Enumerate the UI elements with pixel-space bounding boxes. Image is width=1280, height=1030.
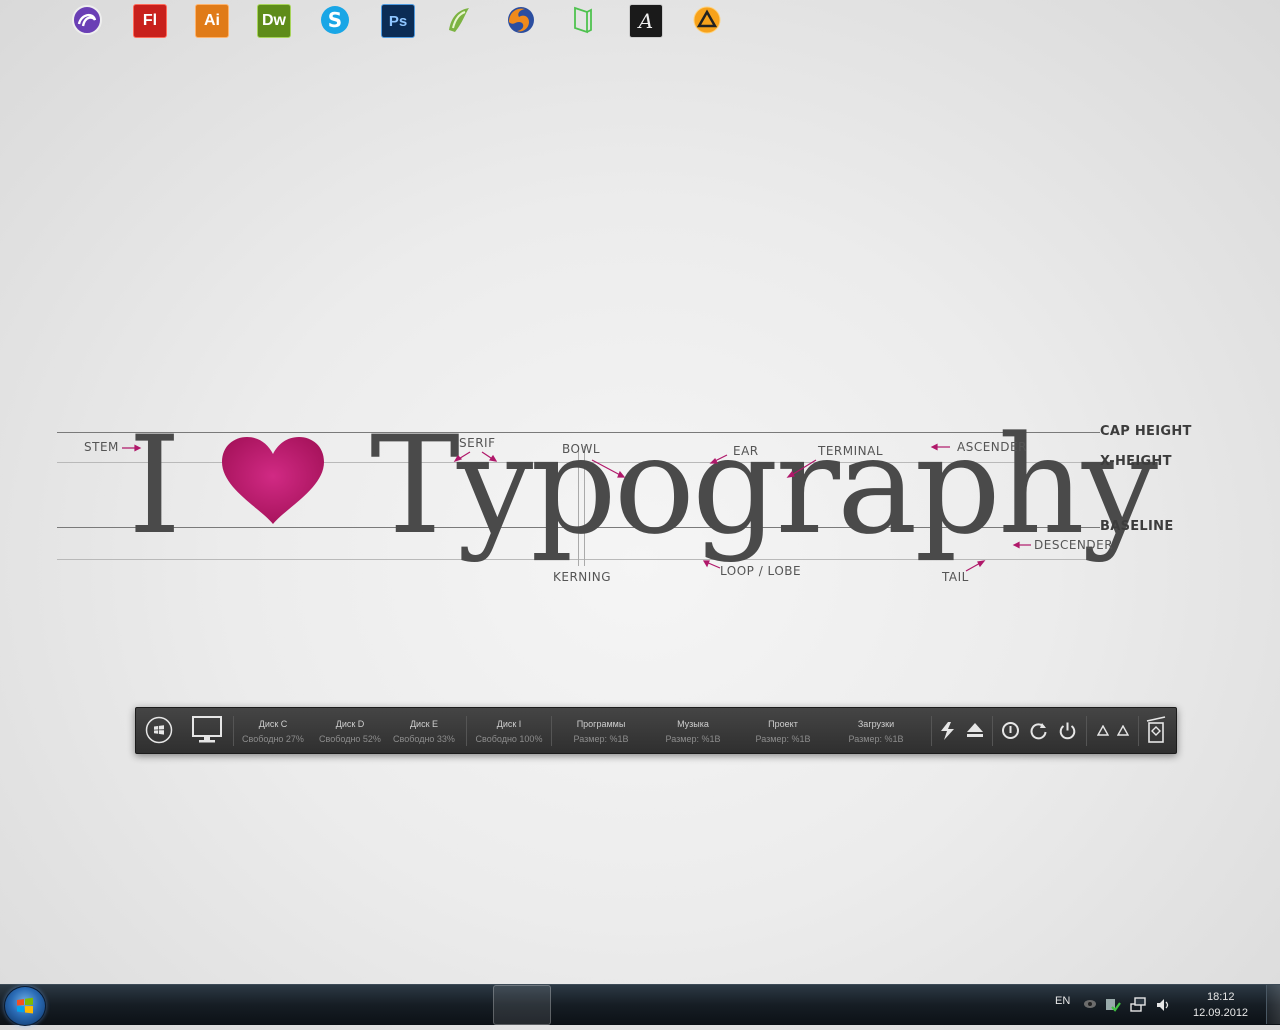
- start-button[interactable]: [4, 986, 46, 1026]
- folder-music[interactable]: Музыка Размер: %1B: [648, 717, 738, 747]
- flash-icon: Fl: [142, 12, 158, 29]
- taskbar-dreamweaver-button[interactable]: Dw: [257, 4, 291, 38]
- folder-programs[interactable]: Программы Размер: %1B: [556, 717, 646, 747]
- bittorrent-icon: [72, 5, 102, 35]
- dock-bar: Диск C Свободно 27% Диск D Свободно 52% …: [135, 707, 1177, 754]
- taskbar-coreldraw-button[interactable]: [443, 4, 475, 36]
- drive-c[interactable]: Диск C Свободно 27%: [237, 717, 309, 747]
- dock-triangle-button-2[interactable]: [1116, 724, 1130, 736]
- svg-text:S: S: [328, 8, 342, 32]
- tray-volume-icon[interactable]: [1155, 997, 1171, 1013]
- taskbar-bittorrent-button[interactable]: [71, 4, 103, 36]
- folder-size: Размер: %1B: [665, 734, 721, 744]
- illustrator-icon: Ai: [204, 12, 220, 29]
- aimp-icon: [693, 6, 721, 34]
- taskbar-firefox-active-highlight: [493, 985, 551, 1025]
- tray-network-icon[interactable]: [1130, 997, 1146, 1013]
- folder-name: Музыка: [677, 719, 709, 729]
- skype-icon: S: [321, 6, 349, 34]
- taskbar-aimp-button[interactable]: [691, 4, 723, 36]
- dock-separator: [992, 716, 993, 746]
- dock-shutdown-button[interactable]: [1058, 721, 1077, 740]
- folder-name: Программы: [576, 719, 626, 729]
- drive-name: Диск E: [409, 719, 439, 729]
- taskbar-firefox-button[interactable]: [505, 4, 537, 36]
- dock-logoff-button[interactable]: [1001, 721, 1020, 740]
- dock-separator: [466, 716, 467, 746]
- taskbar-notebook-button[interactable]: [567, 4, 599, 36]
- annotation-arrows: [122, 443, 1031, 572]
- monitor-icon: [192, 716, 222, 743]
- clock-date[interactable]: 12.09.2012: [1193, 1007, 1248, 1019]
- dock-recycle-bin-button[interactable]: [1146, 716, 1166, 744]
- drive-name: Диск C: [258, 719, 288, 729]
- dock-separator: [931, 716, 932, 746]
- restart-icon: [1030, 723, 1047, 740]
- folder-name: Загрузки: [857, 719, 895, 729]
- drive-free-space: Свободно 52%: [319, 734, 381, 744]
- dock-separator: [1138, 716, 1139, 746]
- dock-computer-button[interactable]: [191, 715, 223, 745]
- folder-size: Размер: %1B: [573, 734, 629, 744]
- windows-logo-icon: [145, 716, 173, 744]
- drive-name: Диск D: [335, 719, 365, 729]
- drive-d[interactable]: Диск D Свободно 52%: [313, 717, 387, 747]
- taskbar-photoshop-button[interactable]: Ps: [381, 4, 415, 38]
- taskbar-flash-button[interactable]: Fl: [133, 4, 167, 38]
- drive-name: Диск I: [496, 719, 522, 729]
- notebook-icon: [574, 6, 592, 34]
- taskbar-illustrator-button[interactable]: Ai: [195, 4, 229, 38]
- tray-security-icon[interactable]: [1105, 996, 1121, 1012]
- triangle-icon: [1096, 724, 1110, 736]
- font-viewer-icon: A: [638, 9, 654, 33]
- triangle-icon: [1116, 724, 1130, 736]
- dock-triangle-button-1[interactable]: [1096, 724, 1110, 736]
- show-desktop-button[interactable]: [1266, 985, 1280, 1024]
- dock-separator: [551, 716, 552, 746]
- dock-separator: [1086, 716, 1087, 746]
- language-indicator[interactable]: EN: [1055, 995, 1070, 1007]
- tray-network-icon-group: [1083, 996, 1153, 1014]
- dock-separator: [233, 716, 234, 746]
- info-circle-icon: [1002, 722, 1019, 739]
- tray-eye-icon[interactable]: [1083, 997, 1097, 1011]
- drive-e[interactable]: Диск E Свободно 33%: [388, 717, 460, 747]
- drive-free-space: Свободно 100%: [475, 734, 543, 744]
- dock-restart-button[interactable]: [1029, 721, 1048, 740]
- dock-winamp-button[interactable]: [939, 721, 957, 741]
- photoshop-icon: Ps: [388, 12, 408, 30]
- drive-free-space: Свободно 27%: [242, 734, 304, 744]
- taskbar-skype-button[interactable]: S: [319, 4, 351, 36]
- lightning-icon: [941, 722, 954, 740]
- folder-size: Размер: %1B: [848, 734, 904, 744]
- drive-free-space: Свободно 33%: [393, 734, 455, 744]
- power-icon: [1059, 722, 1076, 740]
- folder-project[interactable]: Проект Размер: %1B: [738, 717, 828, 747]
- folder-downloads[interactable]: Загрузки Размер: %1B: [831, 717, 921, 747]
- dock-windows-button[interactable]: [145, 716, 173, 744]
- folder-size: Размер: %1B: [755, 734, 811, 744]
- clock-time[interactable]: 18:12: [1207, 991, 1235, 1003]
- dreamweaver-icon: Dw: [262, 12, 286, 29]
- recycle-bin-icon: [1146, 716, 1166, 743]
- dock-eject-button[interactable]: [965, 722, 985, 738]
- folder-name: Проект: [768, 719, 798, 729]
- eject-icon: [967, 723, 983, 737]
- drive-i[interactable]: Диск I Свободно 100%: [469, 717, 549, 747]
- coreldraw-icon: [449, 8, 469, 32]
- firefox-icon: [508, 7, 534, 33]
- windows-logo-icon: [17, 997, 33, 1014]
- taskbar-font-viewer-button[interactable]: A: [629, 4, 663, 38]
- desktop-wallpaper: I Typography STEM SERIF BOWL EAR TERMINA…: [0, 0, 1280, 965]
